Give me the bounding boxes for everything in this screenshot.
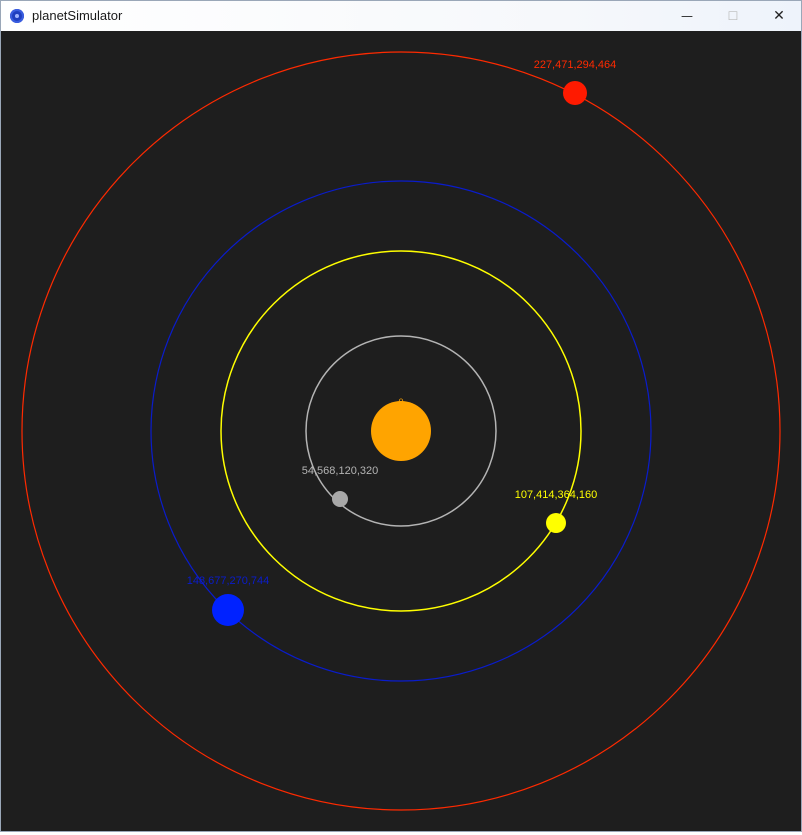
sun-label: 0 <box>398 397 403 407</box>
gray-planet[interactable] <box>332 491 348 507</box>
close-icon: ✕ <box>773 8 785 24</box>
yellow-planet-label: 107,414,364,160 <box>515 489 598 501</box>
maximize-button[interactable]: ☐ <box>710 1 756 31</box>
maximize-icon: ☐ <box>727 9 739 23</box>
app-window: planetSimulator — ☐ ✕ 0 54,568,120,320 1… <box>0 0 802 832</box>
minimize-button[interactable]: — <box>664 1 710 31</box>
blue-planet-label: 148,677,270,744 <box>187 575 270 587</box>
solar-system-view: 0 54,568,120,320 107,414,364,160 148,677… <box>21 51 781 811</box>
blue-planet[interactable] <box>212 594 244 626</box>
close-button[interactable]: ✕ <box>756 1 802 31</box>
simulation-canvas[interactable]: 0 54,568,120,320 107,414,364,160 148,677… <box>1 31 801 831</box>
minimize-icon: — <box>681 9 693 23</box>
red-planet[interactable] <box>563 81 587 105</box>
window-title: planetSimulator <box>32 8 123 23</box>
yellow-planet[interactable] <box>546 513 566 533</box>
sun[interactable] <box>371 401 431 461</box>
gray-planet-label: 54,568,120,320 <box>302 465 378 477</box>
title-bar[interactable]: planetSimulator — ☐ ✕ <box>1 1 801 31</box>
red-planet-label: 227,471,294,464 <box>534 59 617 71</box>
app-icon <box>10 9 24 23</box>
